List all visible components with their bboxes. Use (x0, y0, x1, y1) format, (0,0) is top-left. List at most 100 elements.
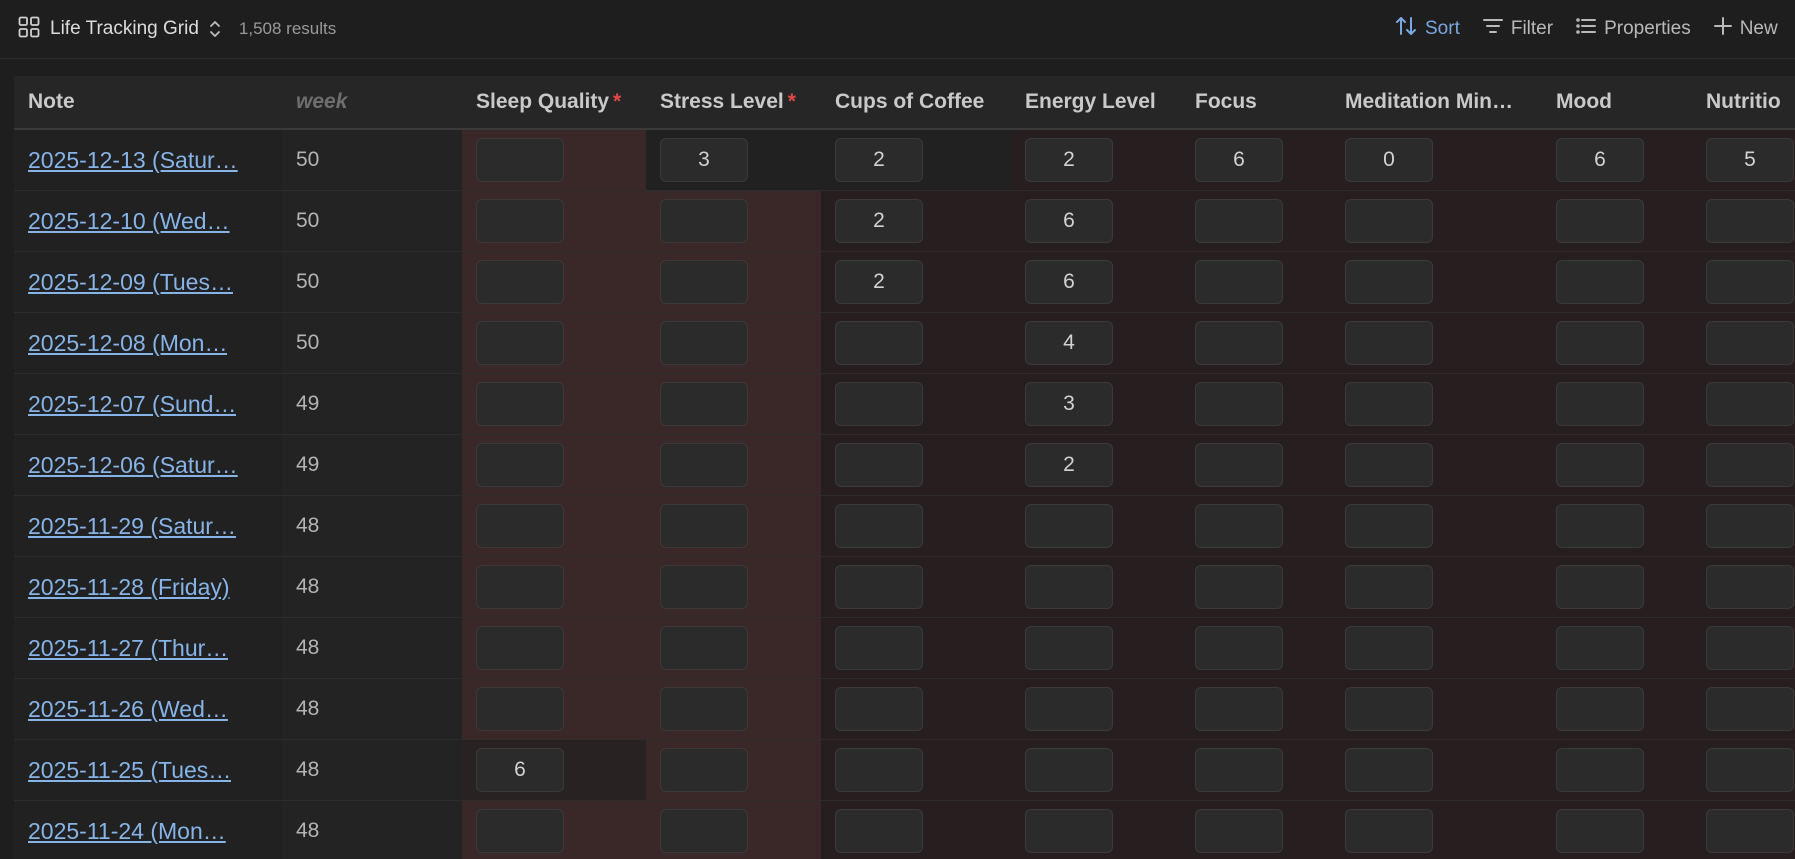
focus-input[interactable] (1195, 504, 1283, 548)
sleep-quality-input[interactable] (476, 199, 564, 243)
mood-input[interactable] (1556, 382, 1644, 426)
energy-level-input[interactable] (1025, 809, 1113, 853)
nutrition-input[interactable] (1706, 504, 1794, 548)
column-header-focus[interactable]: Focus (1181, 76, 1331, 128)
energy-level-input[interactable]: 2 (1025, 138, 1113, 182)
focus-input[interactable] (1195, 626, 1283, 670)
stress-level-input[interactable] (660, 565, 748, 609)
filter-button[interactable]: Filter (1482, 16, 1553, 42)
mood-input[interactable] (1556, 199, 1644, 243)
view-selector[interactable]: Life Tracking Grid 1,508 results (18, 16, 336, 41)
focus-input[interactable] (1195, 565, 1283, 609)
mood-input[interactable] (1556, 260, 1644, 304)
nutrition-input[interactable] (1706, 199, 1794, 243)
focus-input[interactable] (1195, 260, 1283, 304)
cups-of-coffee-input[interactable] (835, 565, 923, 609)
note-link[interactable]: 2025-12-06 (Satur… (28, 452, 238, 479)
nutrition-input[interactable] (1706, 687, 1794, 731)
energy-level-input[interactable]: 4 (1025, 321, 1113, 365)
sleep-quality-input[interactable] (476, 382, 564, 426)
meditation-minutes-input[interactable] (1345, 626, 1433, 670)
focus-input[interactable] (1195, 382, 1283, 426)
nutrition-input[interactable] (1706, 748, 1794, 792)
stress-level-input[interactable] (660, 626, 748, 670)
meditation-minutes-input[interactable] (1345, 504, 1433, 548)
sleep-quality-input[interactable] (476, 321, 564, 365)
column-header-sleep-quality[interactable]: Sleep Quality * (462, 76, 646, 128)
stress-level-input[interactable] (660, 382, 748, 426)
cups-of-coffee-input[interactable] (835, 382, 923, 426)
focus-input[interactable] (1195, 443, 1283, 487)
cups-of-coffee-input[interactable] (835, 626, 923, 670)
stress-level-input[interactable] (660, 504, 748, 548)
cups-of-coffee-input[interactable] (835, 687, 923, 731)
note-link[interactable]: 2025-11-28 (Friday) (28, 574, 230, 601)
column-header-note[interactable]: Note (14, 76, 282, 128)
nutrition-input[interactable] (1706, 260, 1794, 304)
cups-of-coffee-input[interactable] (835, 443, 923, 487)
sleep-quality-input[interactable] (476, 260, 564, 304)
cups-of-coffee-input[interactable] (835, 809, 923, 853)
energy-level-input[interactable] (1025, 565, 1113, 609)
cups-of-coffee-input[interactable] (835, 504, 923, 548)
stress-level-input[interactable] (660, 321, 748, 365)
focus-input[interactable] (1195, 321, 1283, 365)
focus-input[interactable] (1195, 809, 1283, 853)
sleep-quality-input[interactable] (476, 138, 564, 182)
focus-input[interactable]: 6 (1195, 138, 1283, 182)
cups-of-coffee-input[interactable] (835, 321, 923, 365)
meditation-minutes-input[interactable] (1345, 382, 1433, 426)
column-header-week[interactable]: week (282, 76, 462, 128)
energy-level-input[interactable]: 3 (1025, 382, 1113, 426)
column-header-mood[interactable]: Mood (1542, 76, 1692, 128)
nutrition-input[interactable] (1706, 809, 1794, 853)
sleep-quality-input[interactable]: 6 (476, 748, 564, 792)
focus-input[interactable] (1195, 748, 1283, 792)
meditation-minutes-input[interactable] (1345, 443, 1433, 487)
energy-level-input[interactable]: 2 (1025, 443, 1113, 487)
stress-level-input[interactable] (660, 260, 748, 304)
sleep-quality-input[interactable] (476, 626, 564, 670)
note-link[interactable]: 2025-11-26 (Wed… (28, 696, 228, 723)
energy-level-input[interactable] (1025, 687, 1113, 731)
stress-level-input[interactable] (660, 687, 748, 731)
note-link[interactable]: 2025-12-13 (Satur… (28, 147, 238, 174)
column-header-meditation-minutes[interactable]: Meditation Min… (1331, 76, 1542, 128)
sleep-quality-input[interactable] (476, 809, 564, 853)
column-header-nutrition[interactable]: Nutritio (1692, 76, 1795, 128)
nutrition-input[interactable] (1706, 321, 1794, 365)
energy-level-input[interactable] (1025, 626, 1113, 670)
chevron-up-down-icon[interactable] (209, 20, 221, 38)
stress-level-input[interactable] (660, 809, 748, 853)
cups-of-coffee-input[interactable] (835, 748, 923, 792)
meditation-minutes-input[interactable]: 0 (1345, 138, 1433, 182)
mood-input[interactable] (1556, 321, 1644, 365)
note-link[interactable]: 2025-12-08 (Mon… (28, 330, 227, 357)
focus-input[interactable] (1195, 687, 1283, 731)
cups-of-coffee-input[interactable]: 2 (835, 138, 923, 182)
cups-of-coffee-input[interactable]: 2 (835, 260, 923, 304)
mood-input[interactable] (1556, 626, 1644, 670)
mood-input[interactable] (1556, 443, 1644, 487)
nutrition-input[interactable] (1706, 443, 1794, 487)
stress-level-input[interactable]: 3 (660, 138, 748, 182)
note-link[interactable]: 2025-11-27 (Thur… (28, 635, 228, 662)
stress-level-input[interactable] (660, 748, 748, 792)
energy-level-input[interactable] (1025, 504, 1113, 548)
energy-level-input[interactable]: 6 (1025, 199, 1113, 243)
meditation-minutes-input[interactable] (1345, 321, 1433, 365)
nutrition-input[interactable] (1706, 626, 1794, 670)
energy-level-input[interactable] (1025, 748, 1113, 792)
column-header-stress-level[interactable]: Stress Level * (646, 76, 821, 128)
column-header-energy-level[interactable]: Energy Level (1011, 76, 1181, 128)
mood-input[interactable] (1556, 504, 1644, 548)
note-link[interactable]: 2025-12-07 (Sund… (28, 391, 236, 418)
nutrition-input[interactable] (1706, 382, 1794, 426)
column-header-cups-of-coffee[interactable]: Cups of Coffee (821, 76, 1011, 128)
focus-input[interactable] (1195, 199, 1283, 243)
mood-input[interactable] (1556, 748, 1644, 792)
meditation-minutes-input[interactable] (1345, 565, 1433, 609)
sleep-quality-input[interactable] (476, 687, 564, 731)
mood-input[interactable] (1556, 687, 1644, 731)
mood-input[interactable]: 6 (1556, 138, 1644, 182)
